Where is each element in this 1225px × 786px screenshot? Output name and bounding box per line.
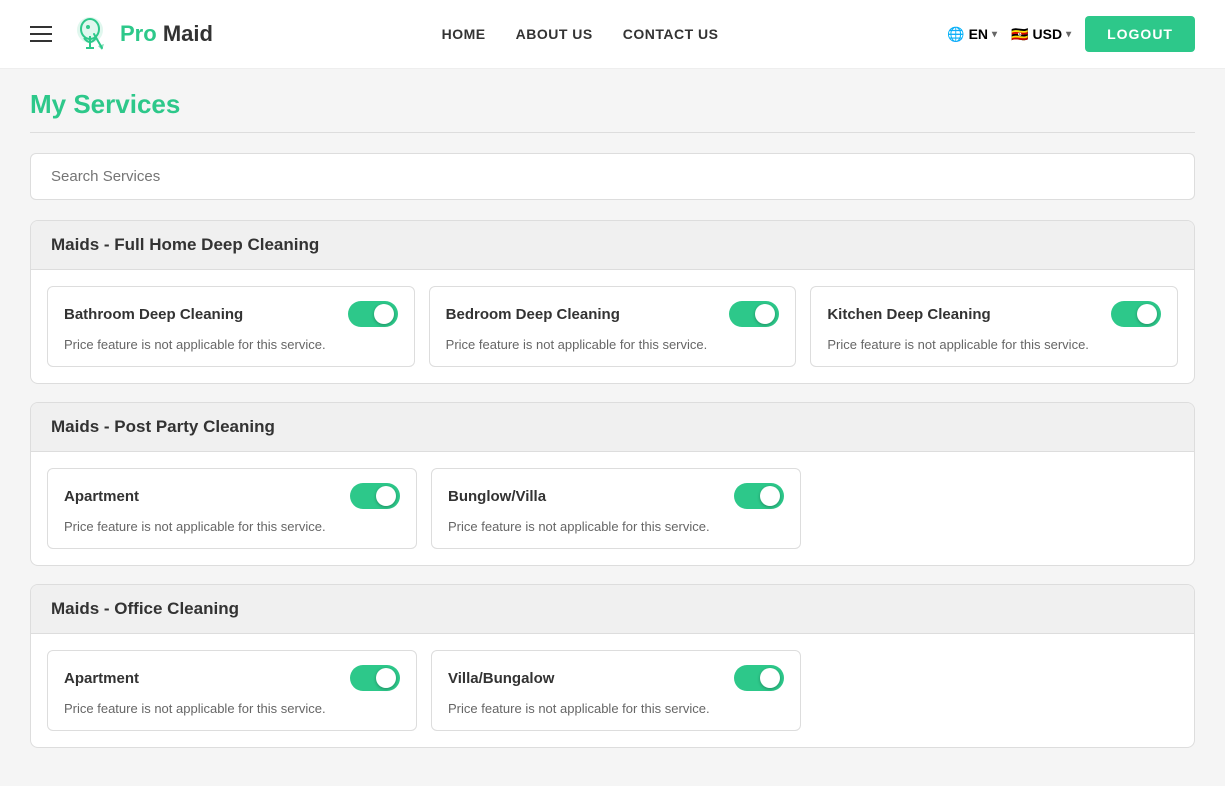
service-group-group-full-home: Maids - Full Home Deep Cleaning Bathroom … [30,220,1195,384]
card-title-villa-office: Villa/Bungalow [448,670,554,687]
currency-flag: 🇺🇬 [1011,26,1028,43]
card-header-apartment-party: Apartment [64,483,400,509]
card-note-apartment-party: Price feature is not applicable for this… [64,519,400,534]
card-note-kitchen-deep: Price feature is not applicable for this… [827,337,1161,352]
lang-label: EN [969,26,988,42]
currency-chevron-icon: ▾ [1066,29,1071,40]
card-note-bathroom-deep: Price feature is not applicable for this… [64,337,398,352]
lang-chevron-icon: ▾ [992,29,997,40]
group-header-group-office: Maids - Office Cleaning [31,585,1194,634]
service-group-group-office: Maids - Office Cleaning Apartment Price fe… [30,584,1195,748]
card-title-bungalow-party: Bunglow/Villa [448,488,546,505]
card-title-bathroom-deep: Bathroom Deep Cleaning [64,306,243,323]
toggle-bathroom-deep[interactable] [348,301,398,327]
service-card-villa-office: Villa/Bungalow Price feature is not appli… [431,650,801,731]
card-title-kitchen-deep: Kitchen Deep Cleaning [827,306,990,323]
card-note-bungalow-party: Price feature is not applicable for this… [448,519,784,534]
toggle-apartment-office[interactable] [350,665,400,691]
header-right: 🌐 EN ▾ 🇺🇬 USD ▾ LOGOUT [947,16,1195,52]
page-content: My Services Maids - Full Home Deep Clean… [0,69,1225,786]
logout-button[interactable]: LOGOUT [1085,16,1195,52]
toggle-slider-bungalow-party [734,483,784,509]
header-left: Pro Maid [30,10,213,58]
toggle-slider-apartment-party [350,483,400,509]
hamburger-menu[interactable] [30,26,52,42]
toggle-slider-bathroom-deep [348,301,398,327]
page-title: My Services [30,89,1195,120]
toggle-slider-villa-office [734,665,784,691]
toggle-apartment-party[interactable] [350,483,400,509]
service-card-bedroom-deep: Bedroom Deep Cleaning Price feature is no… [429,286,797,367]
toggle-slider-bedroom-deep [729,301,779,327]
service-group-group-post-party: Maids - Post Party Cleaning Apartment Pric… [30,402,1195,566]
service-groups-container: Maids - Full Home Deep Cleaning Bathroom … [30,220,1195,748]
group-items-group-post-party: Apartment Price feature is not applicable… [31,452,1194,565]
card-header-kitchen-deep: Kitchen Deep Cleaning [827,301,1161,327]
lang-flag: 🌐 [947,26,964,43]
service-card-apartment-office: Apartment Price feature is not applicable… [47,650,417,731]
service-card-bungalow-party: Bunglow/Villa Price feature is not applic… [431,468,801,549]
logo-icon [66,10,114,58]
group-header-group-full-home: Maids - Full Home Deep Cleaning [31,221,1194,270]
header: Pro Maid HOME ABOUT US CONTACT US 🌐 EN ▾… [0,0,1225,69]
search-input[interactable] [30,153,1195,200]
nav-about[interactable]: ABOUT US [516,26,593,42]
toggle-kitchen-deep[interactable] [1111,301,1161,327]
card-title-apartment-office: Apartment [64,670,139,687]
toggle-bedroom-deep[interactable] [729,301,779,327]
toggle-slider-apartment-office [350,665,400,691]
language-selector[interactable]: 🌐 EN ▾ [947,26,997,43]
toggle-slider-kitchen-deep [1111,301,1161,327]
group-items-group-full-home: Bathroom Deep Cleaning Price feature is n… [31,270,1194,383]
card-header-villa-office: Villa/Bungalow [448,665,784,691]
card-note-villa-office: Price feature is not applicable for this… [448,701,784,716]
group-items-group-office: Apartment Price feature is not applicable… [31,634,1194,747]
card-note-apartment-office: Price feature is not applicable for this… [64,701,400,716]
card-title-bedroom-deep: Bedroom Deep Cleaning [446,306,620,323]
card-header-bathroom-deep: Bathroom Deep Cleaning [64,301,398,327]
page-divider [30,132,1195,133]
toggle-villa-office[interactable] [734,665,784,691]
toggle-bungalow-party[interactable] [734,483,784,509]
group-header-group-post-party: Maids - Post Party Cleaning [31,403,1194,452]
card-title-apartment-party: Apartment [64,488,139,505]
currency-label: USD [1033,26,1063,42]
card-header-apartment-office: Apartment [64,665,400,691]
main-nav: HOME ABOUT US CONTACT US [442,26,719,42]
nav-contact[interactable]: CONTACT US [623,26,719,42]
nav-home[interactable]: HOME [442,26,486,42]
service-card-kitchen-deep: Kitchen Deep Cleaning Price feature is no… [810,286,1178,367]
card-header-bungalow-party: Bunglow/Villa [448,483,784,509]
search-bar-wrapper [30,153,1195,200]
card-header-bedroom-deep: Bedroom Deep Cleaning [446,301,780,327]
logo: Pro Maid [66,10,213,58]
logo-text: Pro Maid [120,21,213,47]
service-card-apartment-party: Apartment Price feature is not applicable… [47,468,417,549]
service-card-bathroom-deep: Bathroom Deep Cleaning Price feature is n… [47,286,415,367]
card-note-bedroom-deep: Price feature is not applicable for this… [446,337,780,352]
currency-selector[interactable]: 🇺🇬 USD ▾ [1011,26,1071,43]
